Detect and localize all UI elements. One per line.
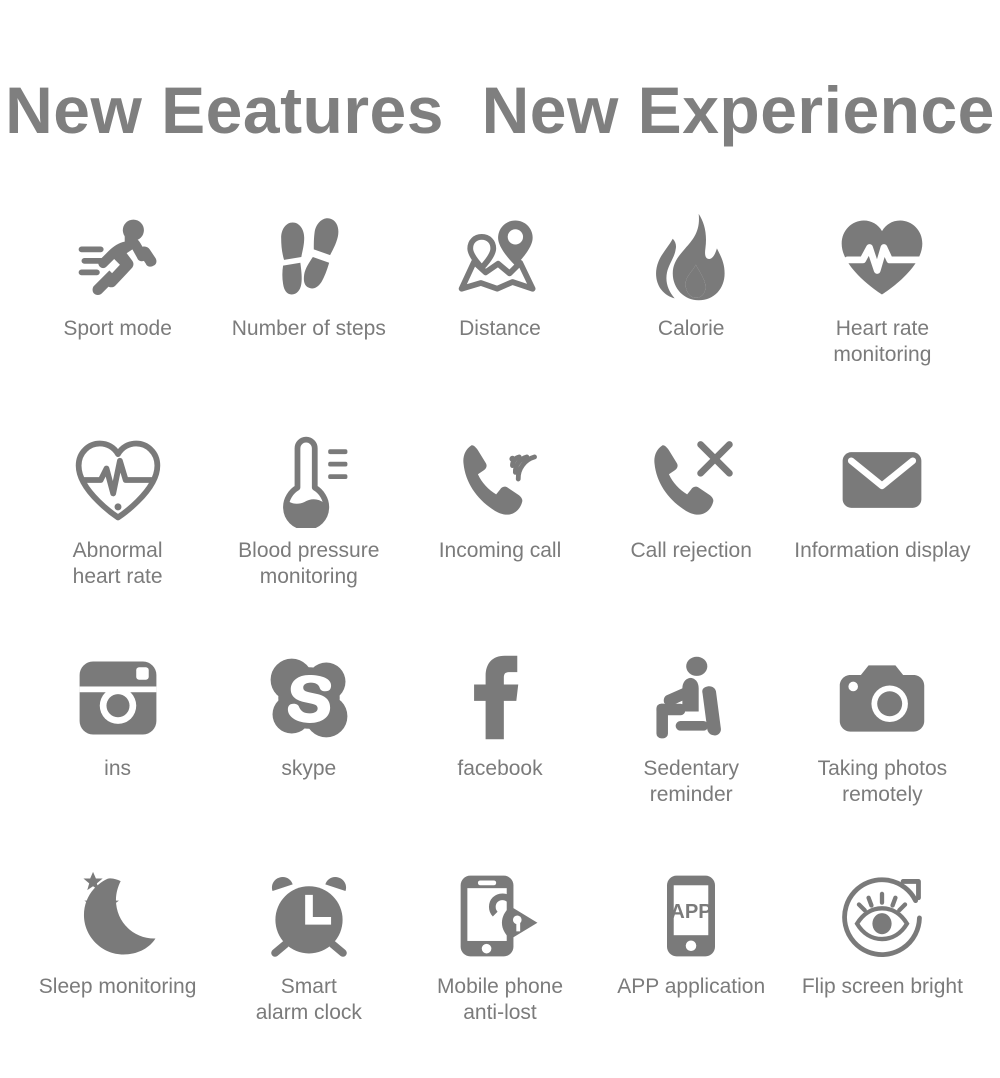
- flame-icon: [643, 210, 739, 306]
- feature-item-distance[interactable]: Distance: [404, 200, 595, 416]
- feature-label: Heart rate monitoring: [833, 317, 932, 366]
- feature-label: skype: [281, 757, 337, 780]
- instagram-icon: [70, 650, 166, 746]
- feature-label: Blood pressure monitoring: [238, 539, 380, 588]
- feature-label: Taking photos remotely: [817, 757, 948, 806]
- camera-icon: [834, 650, 930, 746]
- feature-label: Flip screen bright: [801, 975, 963, 998]
- feature-label: Number of steps: [231, 317, 386, 340]
- heart-pulse-icon: [834, 210, 931, 306]
- feature-item-sport-mode[interactable]: Sport mode: [22, 200, 213, 416]
- feature-item-number-of-steps[interactable]: Number of steps: [213, 200, 404, 416]
- phone-app-icon: APP: [643, 868, 739, 964]
- feature-label: Sedentary reminder: [643, 757, 740, 806]
- phone-lock-icon: [452, 868, 548, 964]
- feature-label: APP application: [617, 975, 766, 998]
- feature-item-taking-photos-remotely[interactable]: Taking photos remotely: [787, 632, 978, 848]
- page-title: New Eeatures New Experience: [5, 73, 995, 147]
- envelope-icon: [834, 432, 930, 528]
- feature-item-mobile-phone-anti-lost[interactable]: Mobile phone anti-lost: [404, 848, 595, 1064]
- feature-label: facebook: [457, 757, 543, 780]
- feature-item-ins[interactable]: ins: [22, 632, 213, 848]
- feature-label: Abnormal heart rate: [72, 539, 163, 588]
- facebook-icon: [452, 650, 548, 746]
- sitting-person-icon: [643, 650, 739, 746]
- feature-item-flip-screen-bright[interactable]: Flip screen bright: [787, 848, 978, 1064]
- feature-label: Mobile phone anti-lost: [436, 975, 564, 1024]
- alarm-clock-icon: [261, 868, 357, 964]
- feature-label: Sleep monitoring: [38, 975, 197, 998]
- app-glyph-text: APP: [670, 901, 711, 923]
- phone-ringing-icon: [452, 432, 548, 528]
- feature-item-blood-pressure-monitoring[interactable]: Blood pressure monitoring: [213, 416, 404, 632]
- feature-item-abnormal-heart-rate[interactable]: Abnormal heart rate: [22, 416, 213, 632]
- feature-item-heart-rate-monitoring[interactable]: Heart rate monitoring: [787, 200, 978, 416]
- feature-label: Smart alarm clock: [255, 975, 362, 1024]
- feature-item-call-rejection[interactable]: Call rejection: [596, 416, 787, 632]
- page-header: New Eeatures New Experience: [0, 0, 1000, 200]
- phone-reject-icon: [643, 432, 739, 528]
- feature-item-incoming-call[interactable]: Incoming call: [404, 416, 595, 632]
- eye-rotate-icon: [834, 868, 930, 964]
- feature-label: Sport mode: [63, 317, 172, 340]
- feature-item-skype[interactable]: skype: [213, 632, 404, 848]
- moon-stars-icon: [70, 868, 166, 964]
- feature-label: ins: [104, 757, 132, 780]
- feature-item-sedentary-reminder[interactable]: Sedentary reminder: [596, 632, 787, 848]
- thermometer-icon: [261, 432, 357, 528]
- map-pins-icon: [452, 210, 548, 306]
- feature-item-facebook[interactable]: facebook: [404, 632, 595, 848]
- feature-label: Distance: [459, 317, 541, 340]
- feature-item-calorie[interactable]: Calorie: [596, 200, 787, 416]
- features-grid: Sport mode Number of steps Distance Calo…: [0, 200, 1000, 1078]
- heart-outline-pulse-icon: [70, 432, 166, 528]
- feature-showcase-page: New Eeatures New Experience Sport mode N…: [0, 0, 1000, 1078]
- feature-item-sleep-monitoring[interactable]: Sleep monitoring: [22, 848, 213, 1064]
- skype-icon: [261, 650, 357, 746]
- feature-label: Information display: [794, 539, 971, 562]
- feature-item-app-application[interactable]: APP APP application: [596, 848, 787, 1064]
- feature-label: Incoming call: [438, 539, 562, 562]
- feature-label: Call rejection: [630, 539, 752, 562]
- feature-item-information-display[interactable]: Information display: [787, 416, 978, 632]
- running-person-icon: [70, 210, 166, 306]
- feature-label: Calorie: [657, 317, 725, 340]
- footsteps-icon: [261, 210, 357, 306]
- feature-item-smart-alarm-clock[interactable]: Smart alarm clock: [213, 848, 404, 1064]
